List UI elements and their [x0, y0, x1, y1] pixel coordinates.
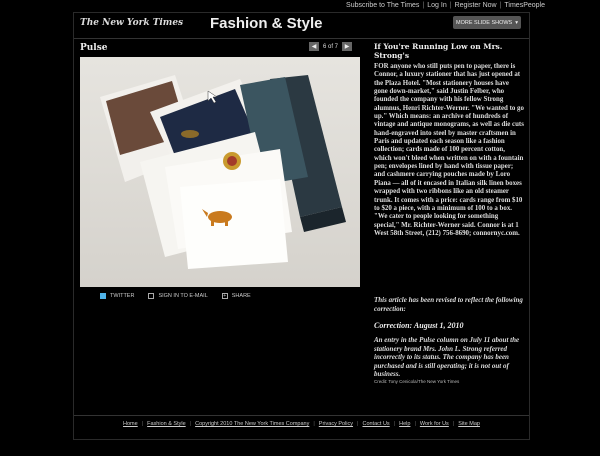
footer-link-copyright[interactable]: Copyright 2010 The New York Times Compan…	[191, 421, 313, 427]
register-link[interactable]: Register Now	[452, 2, 500, 9]
subscribe-link[interactable]: Subscribe to The Times	[343, 2, 422, 9]
timespeople-link[interactable]: TimesPeople	[501, 2, 548, 9]
header: The New York Times Fashion & Style MORE …	[74, 13, 529, 35]
twitter-label: TWITTER	[110, 293, 135, 299]
footer-link-contact[interactable]: Contact Us	[358, 421, 393, 427]
slide-pager: ◀ 6 of 7 ▶	[309, 42, 353, 51]
footer-nav: Home | Fashion & Style | Copyright 2010 Th…	[74, 421, 529, 427]
stationery-photo	[80, 57, 360, 287]
email-button[interactable]: SIGN IN TO E-MAIL	[148, 293, 208, 299]
footer-link-privacy[interactable]: Privacy Policy	[315, 421, 357, 427]
slide-photo[interactable]	[80, 57, 360, 287]
footer-link-fashion[interactable]: Fashion & Style	[143, 421, 190, 427]
article-title: If You're Running Low on Mrs. Strong's	[374, 42, 503, 60]
slideshow-frame: The New York Times Fashion & Style MORE …	[73, 12, 530, 440]
share-button[interactable]: + SHARE	[221, 293, 251, 299]
more-slideshows-label: MORE SLIDE SHOWS	[456, 19, 513, 26]
share-icon: +	[221, 293, 228, 299]
correction-body: An entry in the Pulse column on July 11 …	[374, 336, 520, 378]
divider	[74, 415, 529, 416]
login-link[interactable]: Log In	[424, 2, 449, 9]
email-icon	[148, 293, 155, 299]
footer-link-sitemap[interactable]: Site Map	[454, 421, 484, 427]
slide-counter: 6 of 7	[323, 43, 339, 50]
revision-note: This article has been revised to reflect…	[374, 296, 523, 313]
share-bar: TWITTER SIGN IN TO E-MAIL + SHARE	[100, 293, 251, 299]
twitter-icon	[100, 293, 106, 299]
more-slideshows-button[interactable]: MORE SLIDE SHOWS ▾	[453, 16, 521, 29]
photo-credit: Credit: Tony Cenicola/The New York Times	[374, 379, 460, 384]
nyt-logo[interactable]: The New York Times	[80, 18, 183, 28]
footer-link-home[interactable]: Home	[119, 421, 142, 427]
top-utility-nav: Subscribe to The Times | Log In | Register…	[343, 0, 548, 10]
section-title: Fashion & Style	[210, 15, 323, 32]
footer-link-work[interactable]: Work for Us	[416, 421, 453, 427]
footer-link-help[interactable]: Help	[395, 421, 414, 427]
chevron-down-icon: ▾	[515, 19, 518, 26]
email-label: SIGN IN TO E-MAIL	[158, 293, 208, 299]
slideshow-title: Pulse	[80, 43, 108, 53]
correction-heading: Correction: August 1, 2010	[374, 321, 464, 330]
previous-arrow-icon[interactable]: ◀	[309, 42, 319, 51]
twitter-button[interactable]: TWITTER	[100, 293, 134, 299]
article-body: FOR anyone who still puts pen to paper, …	[374, 63, 524, 237]
next-arrow-icon[interactable]: ▶	[342, 42, 353, 51]
share-label: SHARE	[231, 293, 251, 299]
divider	[74, 38, 529, 39]
